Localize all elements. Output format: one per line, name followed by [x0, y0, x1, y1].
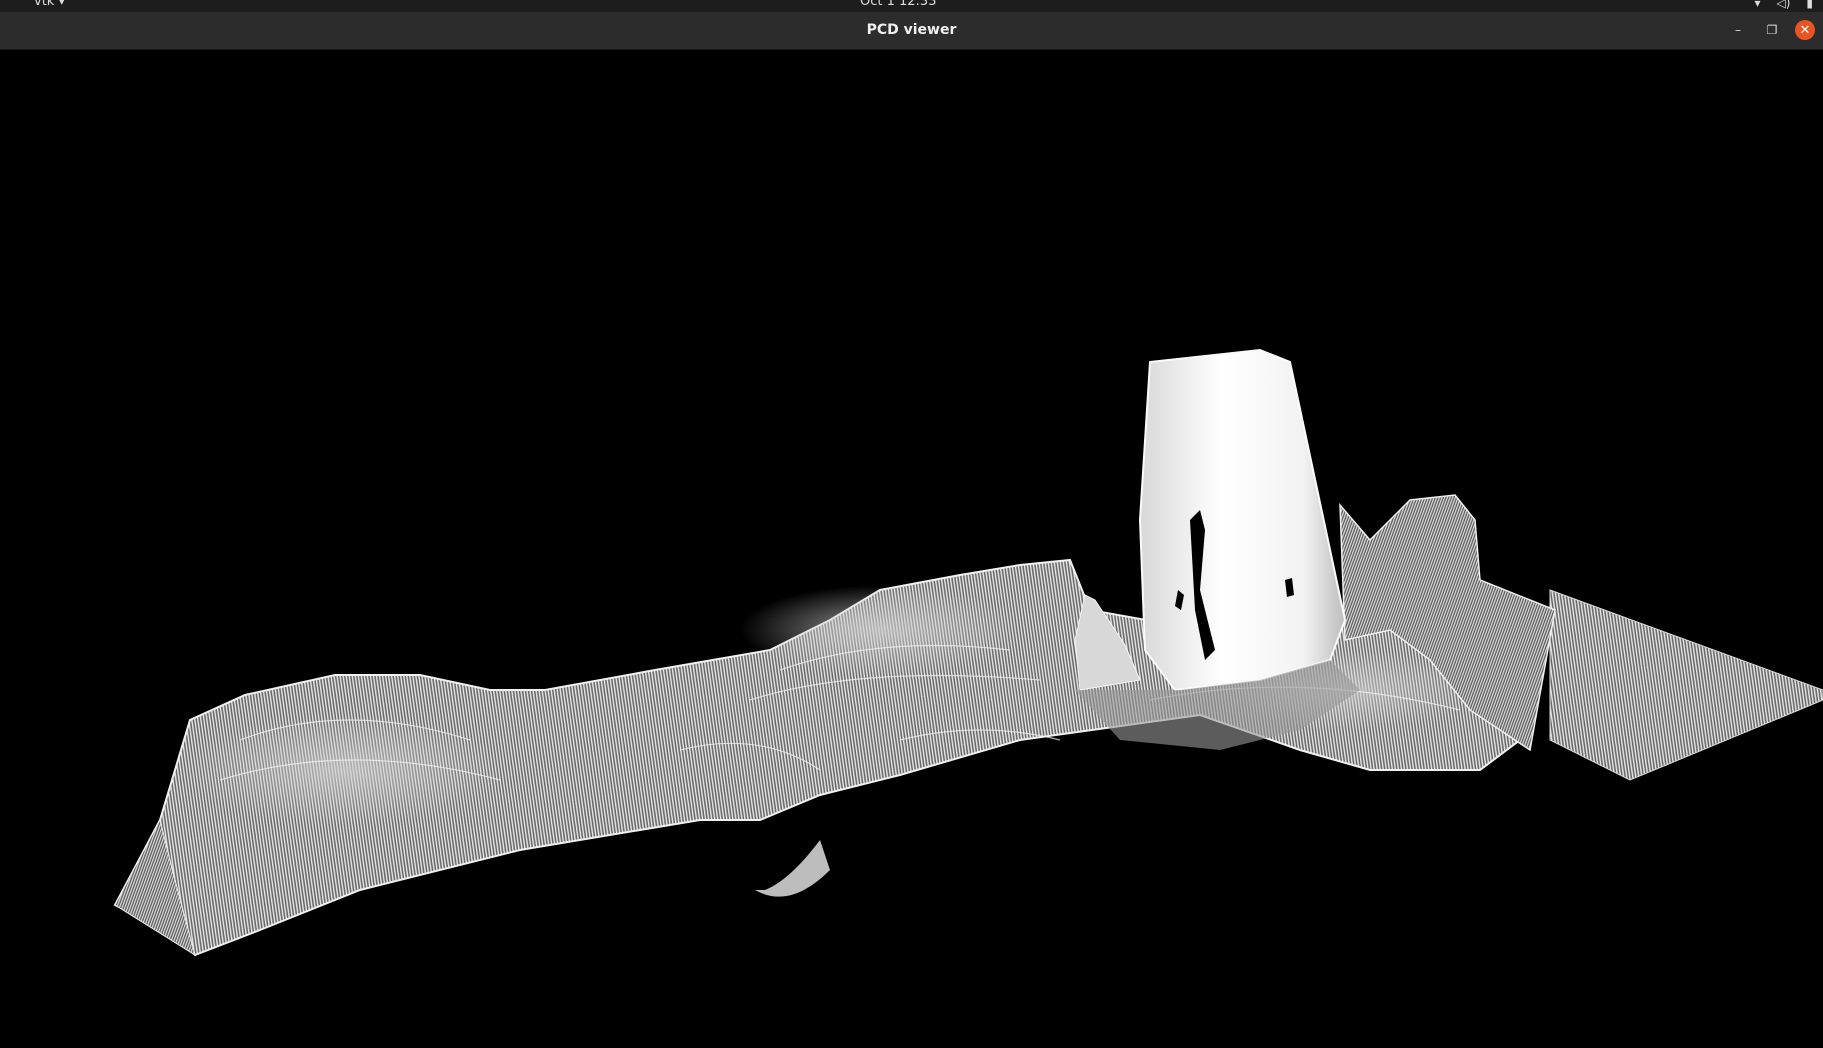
window-title: PCD viewer [866, 22, 957, 38]
system-top-bar: vtk ▾ Oct 1 12:33 ▾ ◁) ▮ [0, 0, 1823, 12]
sound-icon: ◁) [1776, 0, 1791, 10]
tower-structure [1138, 348, 1347, 692]
terrain-bump [740, 585, 1020, 675]
clock[interactable]: Oct 1 12:33 [860, 0, 936, 10]
ground-plane [1549, 589, 1823, 781]
close-button[interactable]: ✕ [1795, 20, 1815, 40]
terrain-gap [740, 840, 765, 890]
battery-icon: ▮ [1806, 0, 1813, 10]
app-menu[interactable]: vtk ▾ [34, 0, 65, 10]
window-titlebar[interactable]: PCD viewer – ❐ ✕ [0, 12, 1823, 50]
network-icon: ▾ [1754, 0, 1761, 10]
render-viewport[interactable] [0, 50, 1823, 1048]
minimize-button[interactable]: – [1728, 20, 1748, 40]
system-tray[interactable]: ▾ ◁) ▮ [1754, 0, 1813, 11]
point-cloud-scene [113, 348, 1823, 957]
terrain-ledge [755, 840, 830, 897]
maximize-button[interactable]: ❐ [1762, 20, 1782, 40]
